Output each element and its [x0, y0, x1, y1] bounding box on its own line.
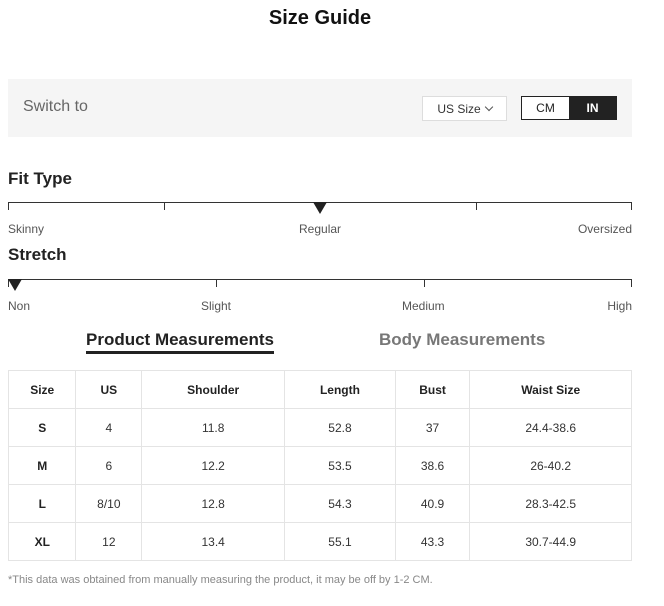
table-cell-size: XL: [7, 522, 77, 561]
table-cell: 38.6: [394, 446, 471, 485]
stretch-label-medium: Medium: [402, 299, 445, 313]
table-cell-size: M: [7, 446, 77, 485]
column-header-us: US: [75, 370, 143, 409]
stretch-heading: Stretch: [8, 245, 67, 264]
table-cell: 12: [75, 522, 143, 561]
unit-cm-button[interactable]: CM: [522, 97, 569, 119]
stretch-scale: [8, 279, 632, 291]
measurement-disclaimer: *This data was obtained from manually me…: [8, 574, 433, 586]
table-cell: 54.3: [284, 484, 396, 523]
fit-type-tick: [8, 202, 9, 210]
table-cell: 6: [75, 446, 143, 485]
fit-type-tick: [476, 202, 477, 210]
unit-toggle: CM IN: [521, 96, 617, 120]
stretch-label-high: High: [607, 299, 632, 313]
stretch-tick: [631, 279, 632, 287]
fit-type-marker-icon: [313, 202, 327, 214]
table-cell: 8/10: [75, 484, 143, 523]
stretch-tick: [424, 279, 425, 287]
table-cell: 53.5: [284, 446, 396, 485]
table-cell: 55.1: [284, 522, 396, 561]
switch-label: Switch to: [23, 98, 88, 115]
table-cell: 12.8: [141, 484, 286, 523]
fit-type-label-regular: Regular: [299, 222, 342, 236]
table-header-row: Size US Shoulder Length Bust Waist Size: [7, 370, 632, 409]
fit-type-scale: [8, 202, 632, 214]
table-cell: 43.3: [394, 522, 471, 561]
table-row: L 8/10 12.8 54.3 40.9 28.3-42.5: [7, 484, 632, 523]
column-header-waist-size: Waist Size: [469, 370, 632, 409]
table-cell-size: L: [7, 484, 77, 523]
table-cell: 30.7-44.9: [469, 522, 632, 561]
table-cell: 24.4-38.6: [469, 408, 632, 447]
size-system-value: US Size: [437, 101, 481, 116]
fit-type-tick: [164, 202, 165, 210]
measurement-tabs: Product Measurements Body Measurements: [0, 330, 664, 356]
table-cell: 26-40.2: [469, 446, 632, 485]
column-header-length: Length: [284, 370, 396, 409]
fit-type-label-oversized: Oversized: [577, 222, 632, 236]
column-header-shoulder: Shoulder: [141, 370, 286, 409]
tab-product-measurements[interactable]: Product Measurements: [86, 330, 274, 354]
fit-type-label-skinny: Skinny: [8, 222, 45, 236]
page-title: Size Guide: [268, 7, 372, 29]
table-row: XL 12 13.4 55.1 43.3 30.7-44.9: [7, 522, 632, 561]
table-cell: 12.2: [141, 446, 286, 485]
size-table: Size US Shoulder Length Bust Waist Size …: [7, 370, 632, 561]
stretch-scale-line: [8, 279, 632, 280]
tab-body-measurements[interactable]: Body Measurements: [379, 330, 545, 350]
table-cell: 4: [75, 408, 143, 447]
column-header-size: Size: [7, 370, 77, 409]
table-cell: 52.8: [284, 408, 396, 447]
table-cell: 13.4: [141, 522, 286, 561]
stretch-tick: [216, 279, 217, 287]
table-cell: 40.9: [394, 484, 471, 523]
table-cell-size: S: [7, 408, 77, 447]
table-row: S 4 11.8 52.8 37 24.4-38.6: [7, 408, 632, 447]
size-system-select[interactable]: US Size: [422, 96, 507, 121]
unit-switch-bar: Switch to US Size CM IN: [8, 79, 632, 137]
table-cell: 28.3-42.5: [469, 484, 632, 523]
stretch-label-non: Non: [8, 299, 31, 313]
table-cell: 37: [394, 408, 471, 447]
column-header-bust: Bust: [394, 370, 471, 409]
table-cell: 11.8: [141, 408, 286, 447]
stretch-marker-icon: [8, 279, 22, 291]
fit-type-heading: Fit Type: [8, 169, 72, 188]
table-row: M 6 12.2 53.5 38.6 26-40.2: [7, 446, 632, 485]
fit-type-tick: [631, 202, 632, 210]
stretch-label-slight: Slight: [201, 299, 232, 313]
chevron-down-icon: [484, 102, 493, 111]
unit-in-button[interactable]: IN: [569, 97, 616, 119]
